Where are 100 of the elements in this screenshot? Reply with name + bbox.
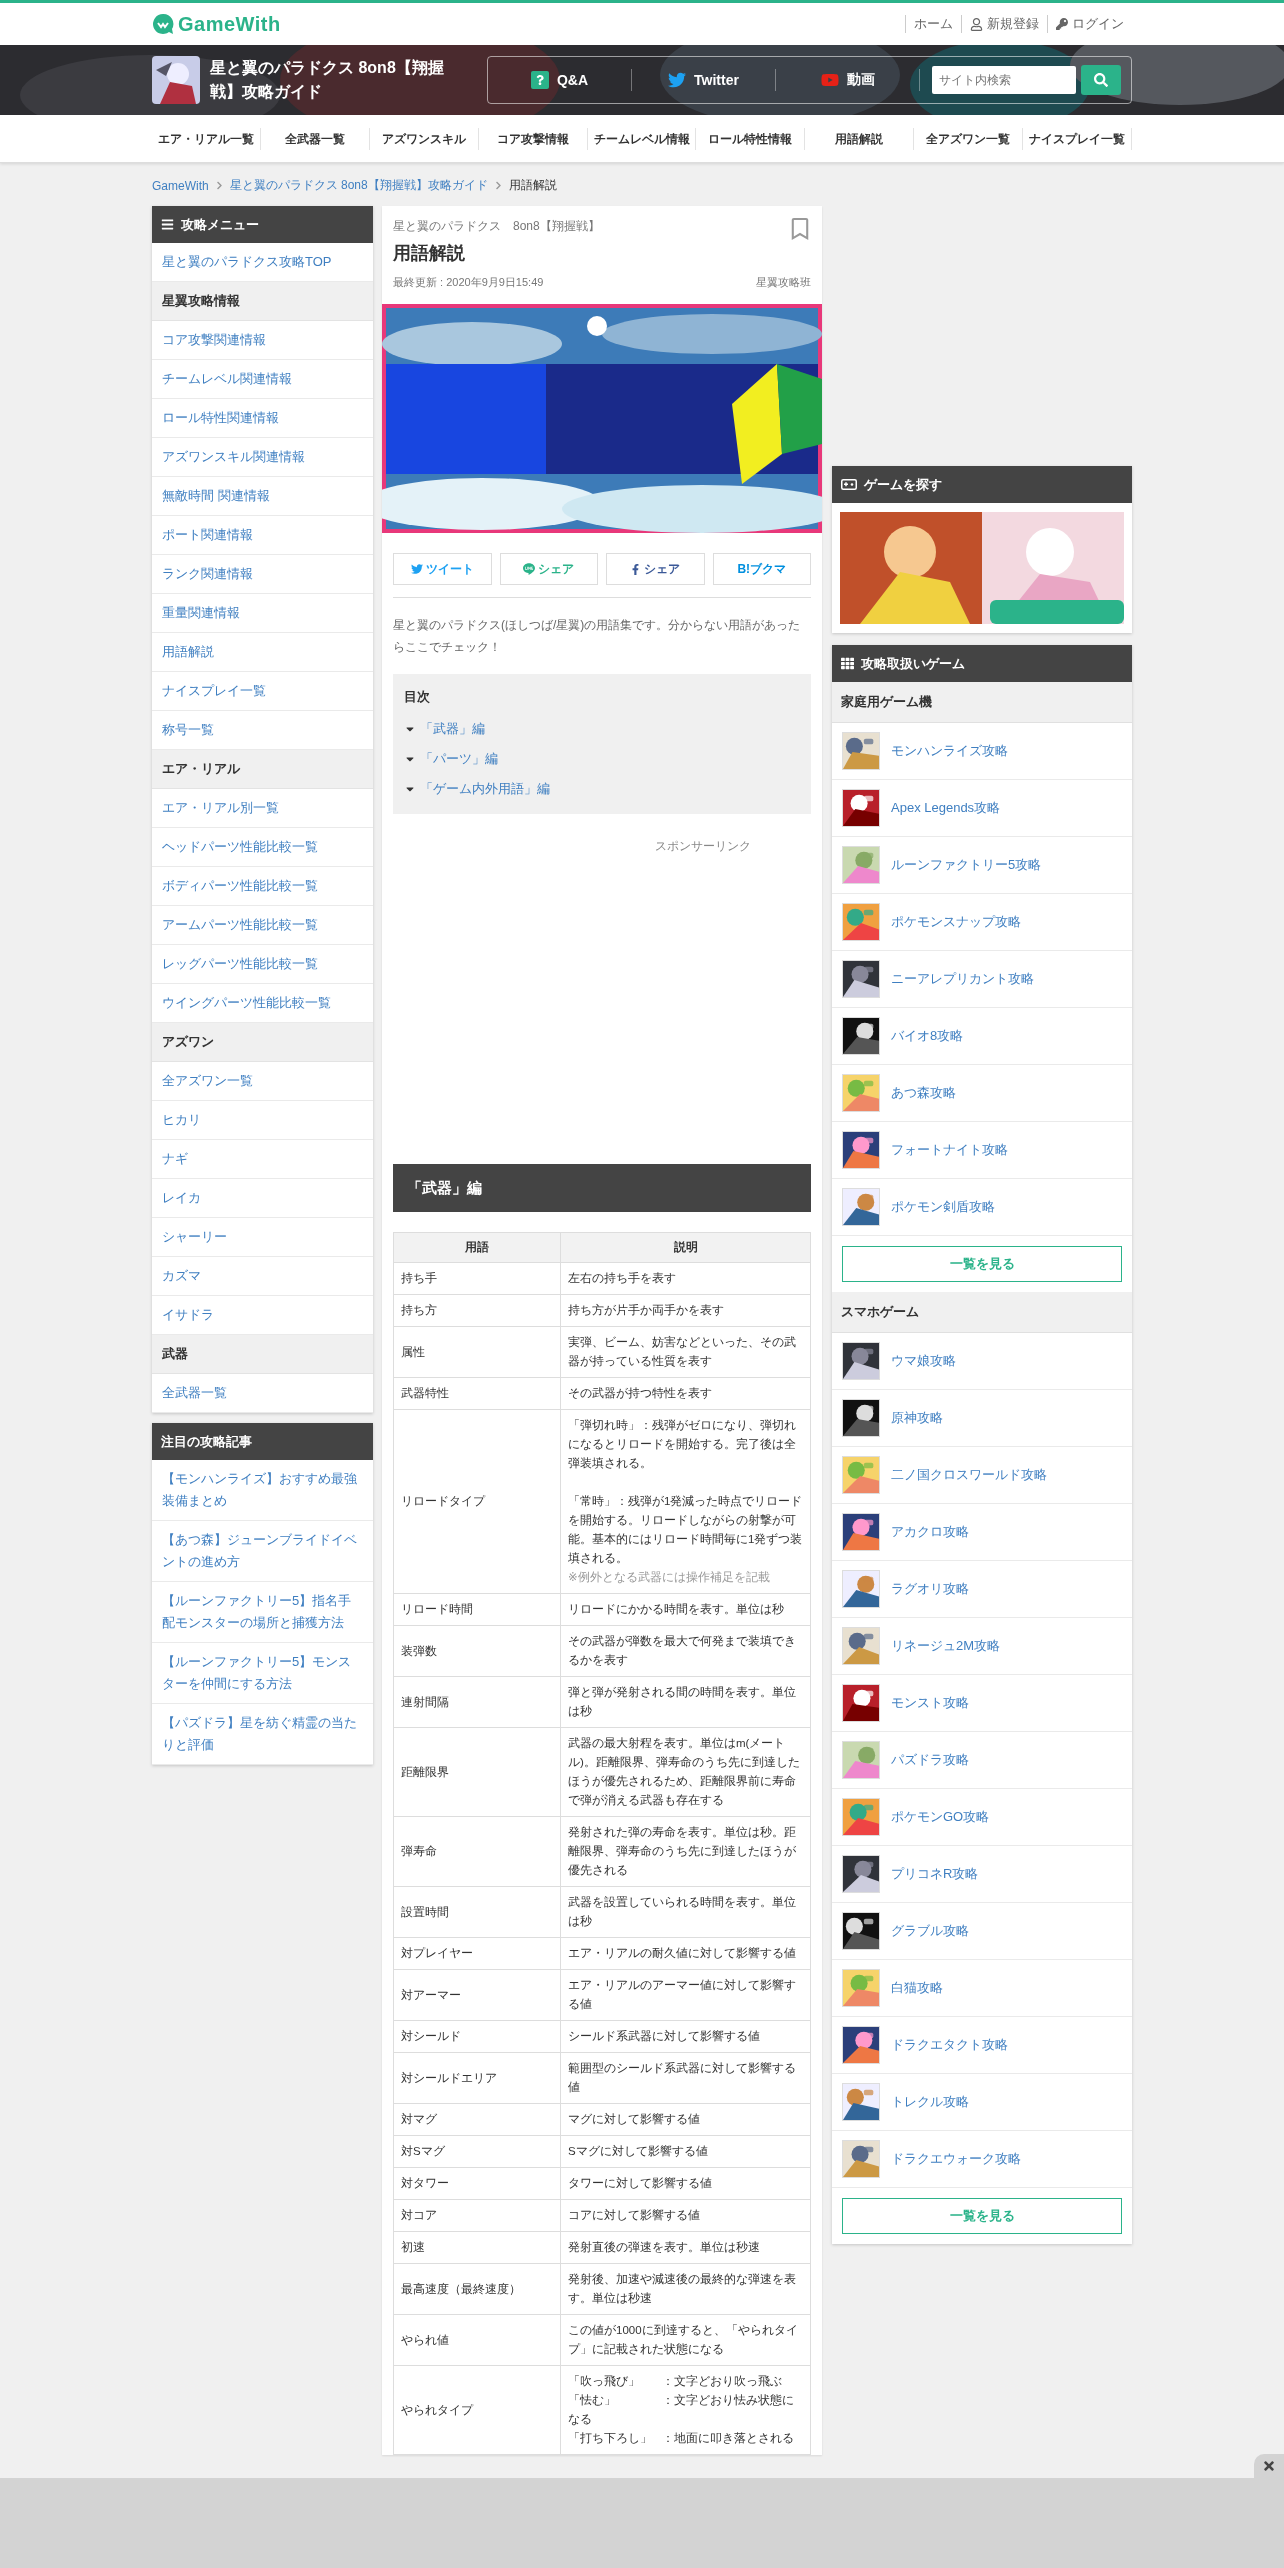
- menu-link[interactable]: ヘッドパーツ性能比較一覧: [152, 828, 373, 867]
- menu-link[interactable]: ロール特性関連情報: [152, 399, 373, 438]
- game-link[interactable]: モンスト攻略: [891, 1694, 969, 1712]
- game-link[interactable]: 白猫攻略: [891, 1979, 943, 1997]
- table-cell: 初速: [393, 2231, 561, 2264]
- share-button[interactable]: B!ブクマ: [712, 553, 811, 585]
- game-link[interactable]: トレクル攻略: [891, 2093, 969, 2111]
- menu-link[interactable]: レイカ: [152, 1179, 373, 1218]
- table-cell: 発射直後の弾速を表す。単位は秒速: [560, 2231, 811, 2264]
- nav-item[interactable]: ナイスプレイ一覧: [1023, 127, 1132, 150]
- menu-link[interactable]: 全武器一覧: [152, 1374, 373, 1413]
- table-cell: 実弾、ビーム、妨害などといった、その武器が持っている性質を表す: [560, 1326, 811, 1378]
- toc-link[interactable]: 「ゲーム内外用語」編: [420, 780, 550, 798]
- menu-link[interactable]: エア・リアル別一覧: [152, 789, 373, 828]
- menu-link[interactable]: ヒカリ: [152, 1101, 373, 1140]
- menu-link[interactable]: 無敵時間 関連情報: [152, 477, 373, 516]
- table-cell: 対マグ: [393, 2103, 561, 2136]
- more-button[interactable]: 一覧を見る: [842, 2198, 1122, 2234]
- table-cell: 持ち手: [393, 1262, 561, 1295]
- table-cell: 対タワー: [393, 2167, 561, 2200]
- table-cell: エア・リアルのアーマー値に対して影響する値: [560, 1969, 811, 2021]
- close-button[interactable]: [1254, 2454, 1284, 2478]
- table-cell: 「吹っ飛び」 ：文字どおり吹っ飛ぶ 「怯む」 ：文字どおり怯み状態になる 「打ち下ろし」 ：地面に叩き落とされる: [560, 2365, 811, 2455]
- nav-item[interactable]: アズワンスキル: [369, 127, 479, 150]
- menu-link[interactable]: ナイスプレイ一覧: [152, 672, 373, 711]
- nav-item[interactable]: コア攻撃情報: [478, 127, 588, 150]
- menu-link[interactable]: レッグパーツ性能比較一覧: [152, 945, 373, 984]
- menu-link[interactable]: シャーリー: [152, 1218, 373, 1257]
- nav-item[interactable]: エア・リアル一覧: [152, 127, 261, 150]
- table-cell: やられタイプ: [393, 2365, 561, 2455]
- nav-item[interactable]: 全武器一覧: [260, 127, 370, 150]
- nav-item[interactable]: チームレベル情報: [587, 127, 697, 150]
- game-link[interactable]: 原神攻略: [891, 1409, 943, 1427]
- key-icon: [1056, 18, 1068, 30]
- bookmark-icon[interactable]: [789, 218, 811, 240]
- menu-link[interactable]: アズワンスキル関連情報: [152, 438, 373, 477]
- game-link[interactable]: ポケモンスナップ攻略: [891, 913, 1021, 931]
- table-cell: 対シールド: [393, 2020, 561, 2053]
- menu-link[interactable]: ボディパーツ性能比較一覧: [152, 867, 373, 906]
- menu-link[interactable]: 用語解説: [152, 633, 373, 672]
- table-cell: 武器特性: [393, 1377, 561, 1410]
- chevron-icon: [214, 181, 224, 190]
- share-button[interactable]: シェア: [606, 553, 705, 585]
- share-button[interactable]: シェア: [499, 553, 598, 585]
- game-link[interactable]: プリコネR攻略: [891, 1865, 979, 1883]
- table-cell: リロードにかかる時間を表す。単位は秒: [560, 1593, 811, 1626]
- game-link[interactable]: 二ノ国クロスワールド攻略: [891, 1466, 1047, 1484]
- breadcrumb-link[interactable]: GameWith: [152, 178, 209, 193]
- game-link[interactable]: リネージュ2M攻略: [891, 1637, 1001, 1655]
- toc-link[interactable]: 「パーツ」編: [420, 750, 498, 768]
- game-link[interactable]: アカクロ攻略: [891, 1523, 969, 1541]
- nav-item[interactable]: ロール特性情報: [696, 127, 806, 150]
- nav-item[interactable]: 全アズワン一覧: [914, 127, 1024, 150]
- toc-link[interactable]: 「武器」編: [420, 720, 485, 738]
- menu-link[interactable]: アームパーツ性能比較一覧: [152, 906, 373, 945]
- updated-date: 最終更新 : 2020年9月9日15:49: [393, 275, 544, 290]
- menu-link[interactable]: 全アズワン一覧: [152, 1062, 373, 1101]
- game-link[interactable]: ポケモン剣盾攻略: [891, 1198, 995, 1216]
- game-link[interactable]: ラグオリ攻略: [891, 1580, 969, 1598]
- header-link[interactable]: ログイン: [1047, 15, 1132, 33]
- menu-link[interactable]: コア攻撃関連情報: [152, 321, 373, 360]
- table-cell: この値が1000に到達すると、「やられタイプ」に記載された状態になる: [560, 2314, 811, 2366]
- more-button[interactable]: 一覧を見る: [842, 1246, 1122, 1282]
- menu-link[interactable]: 重量関連情報: [152, 594, 373, 633]
- menu-link[interactable]: チームレベル関連情報: [152, 360, 373, 399]
- game-link[interactable]: あつ森攻略: [891, 1084, 956, 1102]
- game-link[interactable]: パズドラ攻略: [891, 1751, 969, 1769]
- find-title: ゲームを探す: [864, 475, 942, 494]
- menu-link[interactable]: カズマ: [152, 1257, 373, 1296]
- game-link[interactable]: ルーンファクトリー5攻略: [891, 856, 1042, 874]
- menu-link[interactable]: ランク関連情報: [152, 555, 373, 594]
- header-link[interactable]: ホーム: [905, 15, 961, 33]
- breadcrumb-link[interactable]: 星と翼のパラドクス 8on8【翔握戦】攻略ガイド: [229, 177, 488, 194]
- game-link[interactable]: グラブル攻略: [891, 1922, 969, 1940]
- game-link[interactable]: Apex Legends攻略: [891, 799, 1001, 817]
- article-link[interactable]: 【パズドラ】星を紡ぐ精霊の当たりと評価: [152, 1704, 373, 1765]
- header-link[interactable]: 新規登録: [961, 15, 1047, 33]
- article-link[interactable]: 【ルーンファクトリー5】指名手配モンスターの場所と捕獲方法: [152, 1582, 373, 1643]
- column-header: 説明: [560, 1232, 811, 1263]
- game-link[interactable]: ポケモンGO攻略: [891, 1808, 990, 1826]
- menu-heading: 星翼攻略情報: [152, 282, 373, 321]
- game-link[interactable]: ドラクエウォーク攻略: [891, 2150, 1021, 2168]
- menu-link[interactable]: ポート関連情報: [152, 516, 373, 555]
- game-link[interactable]: フォートナイト攻略: [891, 1141, 1008, 1159]
- game-link[interactable]: ウマ娘攻略: [891, 1352, 956, 1370]
- table-cell: 対コア: [393, 2199, 561, 2232]
- page-title: 用語解説: [393, 242, 466, 265]
- menu-link[interactable]: ナギ: [152, 1140, 373, 1179]
- game-link[interactable]: ニーアレプリカント攻略: [891, 970, 1034, 988]
- nav-item[interactable]: 用語解説: [805, 127, 915, 150]
- logo[interactable]: GameWith: [178, 12, 281, 36]
- game-link[interactable]: モンハンライズ攻略: [891, 742, 1008, 760]
- game-link[interactable]: バイオ8攻略: [891, 1027, 964, 1045]
- logo-icon: [152, 13, 174, 35]
- article-link[interactable]: 【モンハンライズ】おすすめ最強装備まとめ: [152, 1460, 373, 1521]
- article-link[interactable]: 【ルーンファクトリー5】モンスターを仲間にする方法: [152, 1643, 373, 1704]
- share-button[interactable]: ツイート: [393, 553, 492, 585]
- group-heading: 家庭用ゲーム機: [832, 682, 1132, 723]
- article-link[interactable]: 【あつ森】ジューンブライドイベントの進め方: [152, 1521, 373, 1582]
- game-link[interactable]: ドラクエタクト攻略: [891, 2036, 1008, 2054]
